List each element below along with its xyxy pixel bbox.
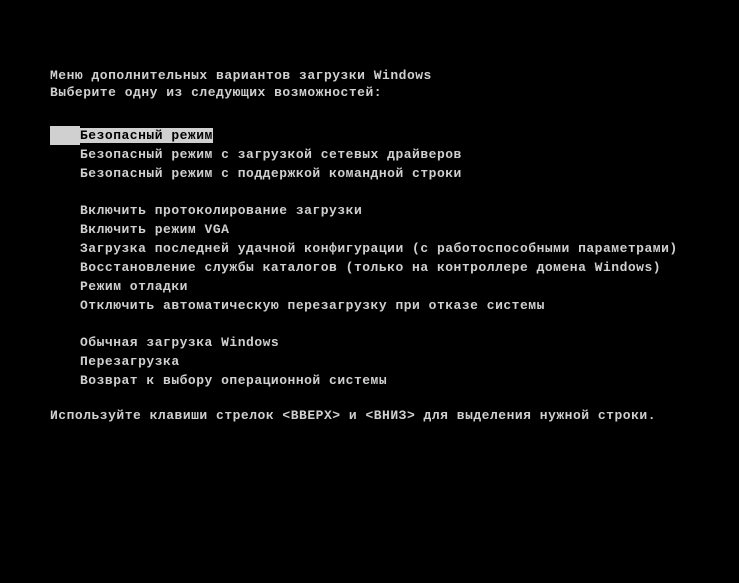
footer-hint: Используйте клавиши стрелок <ВВЕРХ> и <В… [50, 408, 689, 423]
menu-item[interactable]: Режим отладки [50, 277, 689, 296]
menu-item-label: Возврат к выбору операционной системы [80, 373, 387, 388]
menu-item[interactable]: Восстановление службы каталогов (только … [50, 258, 689, 277]
menu-item-label: Обычная загрузка Windows [80, 335, 279, 350]
selection-highlight [50, 126, 80, 145]
menu-item[interactable]: Включить протоколирование загрузки [50, 201, 689, 220]
menu-item-label: Безопасный режим [80, 128, 213, 143]
menu-item-label: Восстановление службы каталогов (только … [80, 260, 661, 275]
menu-item-label: Режим отладки [80, 279, 188, 294]
menu-group: Безопасный режим Безопасный режим с загру… [50, 126, 689, 183]
menu-item-label: Безопасный режим с загрузкой сетевых дра… [80, 147, 462, 162]
menu-item[interactable]: Загрузка последней удачной конфигурации … [50, 239, 689, 258]
menu-container: Безопасный режим Безопасный режим с загру… [50, 126, 689, 390]
menu-item-label: Безопасный режим с поддержкой командной … [80, 166, 462, 181]
menu-item[interactable]: Безопасный режим с поддержкой командной … [50, 164, 689, 183]
menu-item[interactable]: Безопасный режим [50, 126, 213, 145]
menu-item-label: Включить режим VGA [80, 222, 229, 237]
menu-group: Обычная загрузка Windows Перезагрузка Возв… [50, 333, 689, 390]
menu-item[interactable]: Перезагрузка [50, 352, 689, 371]
menu-subtitle: Выберите одну из следующих возможностей: [50, 85, 689, 100]
menu-item-label: Загрузка последней удачной конфигурации … [80, 241, 678, 256]
menu-item[interactable]: Отключить автоматическую перезагрузку пр… [50, 296, 689, 315]
menu-item-label: Включить протоколирование загрузки [80, 203, 362, 218]
menu-item[interactable]: Включить режим VGA [50, 220, 689, 239]
menu-item-label: Перезагрузка [80, 354, 180, 369]
menu-title: Меню дополнительных вариантов загрузки W… [50, 68, 689, 83]
menu-item-label: Отключить автоматическую перезагрузку пр… [80, 298, 545, 313]
menu-item[interactable]: Безопасный режим с загрузкой сетевых дра… [50, 145, 689, 164]
menu-item[interactable]: Обычная загрузка Windows [50, 333, 689, 352]
menu-item[interactable]: Возврат к выбору операционной системы [50, 371, 689, 390]
menu-group: Включить протоколирование загрузки Включи… [50, 201, 689, 315]
